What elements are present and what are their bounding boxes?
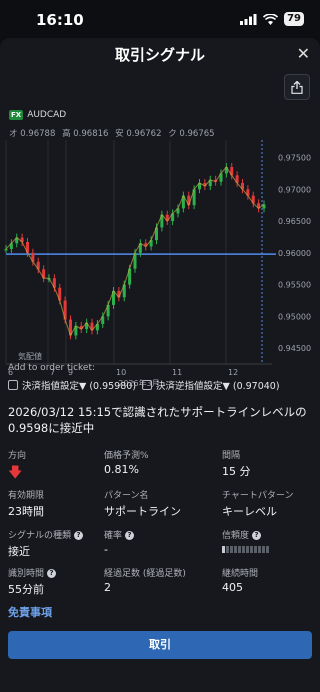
price-prediction-label: 価格予測%: [104, 451, 149, 461]
help-icon[interactable]: ?: [74, 531, 84, 540]
order-ticket-options: 決済指値設定▼ (0.95980) 決済逆指値設定▼ (0.97040): [8, 378, 280, 392]
reliability-meter: [222, 546, 269, 553]
pattern-cell: パターン名 サポートライン: [104, 488, 181, 519]
price-chart[interactable]: 6 7 9 10 11 120.975000.970000.965000.960000.9…: [0, 106, 320, 396]
chart-pattern-cell: チャートパターン キーレベル: [222, 488, 293, 519]
price-prediction-value: 0.81%: [104, 463, 139, 476]
y-tick-label: 0.97500: [278, 154, 311, 163]
interval-cell: 間隔 15 分: [222, 448, 251, 479]
take-profit-option[interactable]: 決済指値設定▼ (0.95980): [8, 378, 136, 392]
x-tick-label: 12: [228, 368, 238, 377]
chart-pattern-label: チャートパターン: [222, 491, 294, 501]
y-tick-label: 0.96000: [278, 249, 311, 258]
reliability-label: 信頼度: [222, 531, 250, 541]
duration-value: 405: [222, 581, 243, 594]
bars-value: 2: [104, 581, 111, 594]
duration-cell: 継続時間 405: [222, 566, 258, 594]
probability-value: -: [104, 543, 108, 556]
candle-body: [4, 249, 8, 251]
bars-label: 経過足数 (経過足数): [104, 569, 186, 579]
duration-label: 継続時間: [222, 569, 259, 579]
y-tick-label: 0.95000: [278, 312, 311, 321]
pattern-label: パターン名: [104, 491, 149, 501]
signal-type-value: 接近: [8, 545, 30, 558]
signal-sheet: 取引シグナル ✕ FX AUDCAD オ 0.96788 高 0.96816 安…: [0, 38, 320, 692]
chart-annotation: 気配値: [18, 351, 42, 361]
pattern-value: サポートライン: [104, 505, 181, 518]
expiry-label: 有効期限: [8, 491, 45, 501]
price-prediction-cell: 価格予測% 0.81%: [104, 448, 149, 476]
help-icon[interactable]: ?: [125, 531, 135, 540]
status-bar: 16:10 79: [0, 0, 320, 40]
signal-headline: 2026/03/12 15:15で認識されたサポートラインレベルの0.9598に…: [8, 405, 307, 435]
stop-loss-option[interactable]: 決済逆指値設定▼ (0.97040): [142, 378, 280, 392]
expiry-value: 23時間: [8, 505, 44, 518]
y-tick-label: 0.96500: [278, 217, 311, 226]
x-tick-label: 11: [172, 368, 182, 377]
signal-icon: [240, 13, 257, 25]
identified-value: 55分前: [8, 583, 44, 596]
identified-label: 識別時間: [8, 569, 45, 579]
interval-value: 15 分: [222, 465, 251, 478]
bars-cell: 経過足数 (経過足数) 2: [104, 566, 186, 594]
take-profit-checkbox[interactable]: [8, 380, 18, 390]
stop-loss-checkbox[interactable]: [142, 380, 153, 390]
signal-type-label: シグナルの種類: [8, 531, 72, 541]
chart-pattern-value: キーレベル: [222, 505, 277, 518]
y-tick-label: 0.97000: [278, 185, 311, 194]
expiry-cell: 有効期限 23時間: [8, 488, 44, 519]
direction-cell: 方向 🡇: [8, 448, 26, 486]
interval-label: 間隔: [222, 451, 241, 461]
close-icon[interactable]: ✕: [297, 44, 310, 63]
help-icon[interactable]: ?: [47, 569, 57, 578]
arrow-down-icon: 🡇: [8, 465, 23, 481]
probability-label: 確率: [104, 531, 123, 541]
share-icon: [291, 80, 303, 94]
y-tick-label: 0.94500: [278, 344, 311, 353]
probability-cell: 確率? -: [104, 528, 135, 556]
take-profit-label: 決済指値設定▼ (0.95980): [22, 381, 137, 392]
trade-button[interactable]: 取引: [8, 631, 312, 659]
direction-label: 方向: [8, 451, 27, 461]
reliability-cell: 信頼度?: [222, 528, 269, 553]
stop-loss-label: 決済逆指値設定▼ (0.97040): [156, 381, 280, 392]
wifi-icon: [263, 13, 279, 25]
identified-cell: 識別時間? 55分前: [8, 566, 57, 597]
status-icons: 79: [240, 12, 304, 26]
x-tick-label: 10: [116, 368, 126, 377]
help-icon[interactable]: ?: [252, 531, 262, 540]
share-button[interactable]: [284, 74, 310, 100]
disclaimer-link[interactable]: 免責事項: [8, 604, 52, 620]
status-time: 16:10: [36, 11, 84, 29]
battery-indicator: 79: [284, 12, 304, 26]
order-ticket-label: Add to order ticket:: [8, 363, 96, 373]
page-title: 取引シグナル: [114, 46, 205, 64]
y-tick-label: 0.95500: [278, 281, 311, 290]
signal-type-cell: シグナルの種類? 接近: [8, 528, 84, 559]
sheet-header: 取引シグナル ✕: [0, 38, 320, 68]
